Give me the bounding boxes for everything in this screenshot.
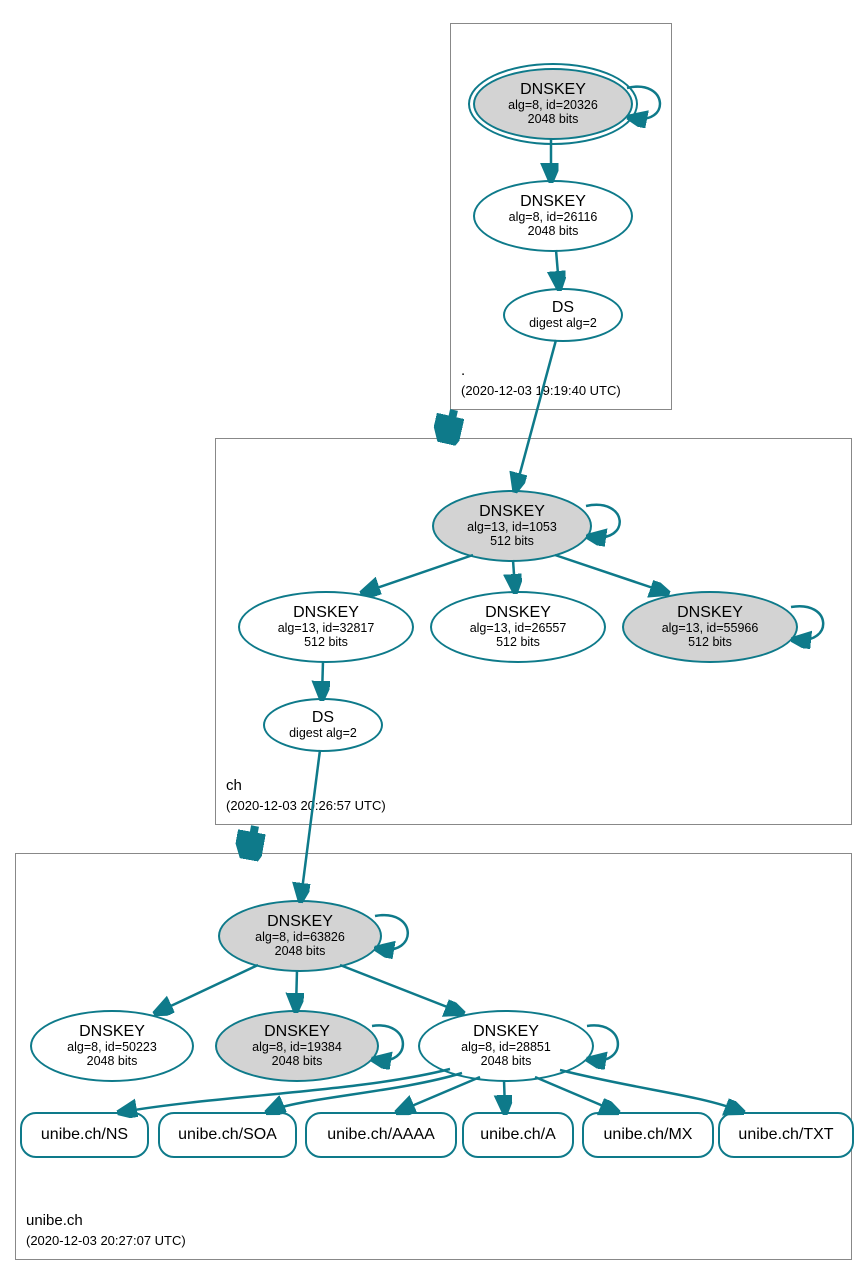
node-ub-ksk-line2: alg=8, id=63826	[255, 931, 345, 945]
node-ch-z2: DNSKEY alg=13, id=26557 512 bits	[430, 591, 606, 663]
node-ub-z1: DNSKEY alg=8, id=50223 2048 bits	[30, 1010, 194, 1082]
node-ch-ds-title: DS	[312, 709, 334, 727]
node-ub-z3-line3: 2048 bits	[481, 1055, 532, 1069]
node-ch-z2-line2: alg=13, id=26557	[470, 622, 567, 636]
zone-unibe-ts: (2020-12-03 20:27:07 UTC)	[26, 1233, 186, 1248]
node-ub-z1-line2: alg=8, id=50223	[67, 1041, 157, 1055]
node-root-zsk-line2: alg=8, id=26116	[509, 211, 598, 225]
rrset-txt-label: unibe.ch/TXT	[738, 1126, 833, 1144]
zone-unibe-name: unibe.ch	[26, 1212, 83, 1229]
rrset-txt: unibe.ch/TXT	[718, 1112, 854, 1158]
rrset-mx-label: unibe.ch/MX	[604, 1126, 693, 1144]
node-ch-z1: DNSKEY alg=13, id=32817 512 bits	[238, 591, 414, 663]
node-ub-z2-line3: 2048 bits	[272, 1055, 323, 1069]
node-root-zsk-line3: 2048 bits	[528, 225, 579, 239]
zone-root-ts: (2020-12-03 19:19:40 UTC)	[461, 383, 621, 398]
node-root-ds-line2: digest alg=2	[529, 317, 597, 331]
node-ch-ksk-line2: alg=13, id=1053	[467, 521, 557, 535]
node-ch-ksk-title: DNSKEY	[479, 503, 545, 521]
zone-ch-name: ch	[226, 777, 242, 794]
node-ub-z2: DNSKEY alg=8, id=19384 2048 bits	[215, 1010, 379, 1082]
node-root-ksk-line2: alg=8, id=20326	[508, 99, 598, 113]
zone-unibe-label: unibe.ch (2020-12-03 20:27:07 UTC)	[26, 1211, 186, 1252]
node-ch-z2-title: DNSKEY	[485, 604, 551, 622]
zone-root-label: . (2020-12-03 19:19:40 UTC)	[461, 361, 621, 402]
node-ub-z2-line2: alg=8, id=19384	[252, 1041, 342, 1055]
zone-ch-ts: (2020-12-03 20:26:57 UTC)	[226, 798, 386, 813]
zone-root-name: .	[461, 362, 465, 379]
node-root-zsk: DNSKEY alg=8, id=26116 2048 bits	[473, 180, 633, 252]
node-ch-z1-line2: alg=13, id=32817	[278, 622, 375, 636]
node-root-ds-title: DS	[552, 299, 574, 317]
node-ch-z3-title: DNSKEY	[677, 604, 743, 622]
node-ub-z3: DNSKEY alg=8, id=28851 2048 bits	[418, 1010, 594, 1082]
node-ch-z2-line3: 512 bits	[496, 636, 540, 650]
node-ub-z3-line2: alg=8, id=28851	[461, 1041, 551, 1055]
node-ch-z1-line3: 512 bits	[304, 636, 348, 650]
rrset-a: unibe.ch/A	[462, 1112, 574, 1158]
node-ch-z3-line3: 512 bits	[688, 636, 732, 650]
node-ch-z1-title: DNSKEY	[293, 604, 359, 622]
node-root-ksk-line3: 2048 bits	[528, 113, 579, 127]
rrset-mx: unibe.ch/MX	[582, 1112, 714, 1158]
node-ub-z1-title: DNSKEY	[79, 1023, 145, 1041]
rrset-aaaa-label: unibe.ch/AAAA	[327, 1126, 435, 1144]
node-root-ksk-title: DNSKEY	[520, 81, 586, 99]
rrset-soa: unibe.ch/SOA	[158, 1112, 297, 1158]
node-ub-z1-line3: 2048 bits	[87, 1055, 138, 1069]
node-root-ksk: DNSKEY alg=8, id=20326 2048 bits	[473, 68, 633, 140]
node-ub-z3-title: DNSKEY	[473, 1023, 539, 1041]
node-ub-ksk-title: DNSKEY	[267, 913, 333, 931]
node-ub-ksk: DNSKEY alg=8, id=63826 2048 bits	[218, 900, 382, 972]
node-ch-ksk-line3: 512 bits	[490, 535, 534, 549]
node-ch-z3-line2: alg=13, id=55966	[662, 622, 759, 636]
node-ch-ds-line2: digest alg=2	[289, 727, 357, 741]
rrset-aaaa: unibe.ch/AAAA	[305, 1112, 457, 1158]
node-ub-z2-title: DNSKEY	[264, 1023, 330, 1041]
zone-ch-label: ch (2020-12-03 20:26:57 UTC)	[226, 776, 386, 817]
rrset-soa-label: unibe.ch/SOA	[178, 1126, 277, 1144]
node-ub-ksk-line3: 2048 bits	[275, 945, 326, 959]
node-ch-ksk: DNSKEY alg=13, id=1053 512 bits	[432, 490, 592, 562]
node-root-ds: DS digest alg=2	[503, 288, 623, 342]
node-ch-ds: DS digest alg=2	[263, 698, 383, 752]
rrset-ns: unibe.ch/NS	[20, 1112, 149, 1158]
rrset-ns-label: unibe.ch/NS	[41, 1126, 128, 1144]
node-ch-z3: DNSKEY alg=13, id=55966 512 bits	[622, 591, 798, 663]
rrset-a-label: unibe.ch/A	[480, 1126, 556, 1144]
node-root-zsk-title: DNSKEY	[520, 193, 586, 211]
